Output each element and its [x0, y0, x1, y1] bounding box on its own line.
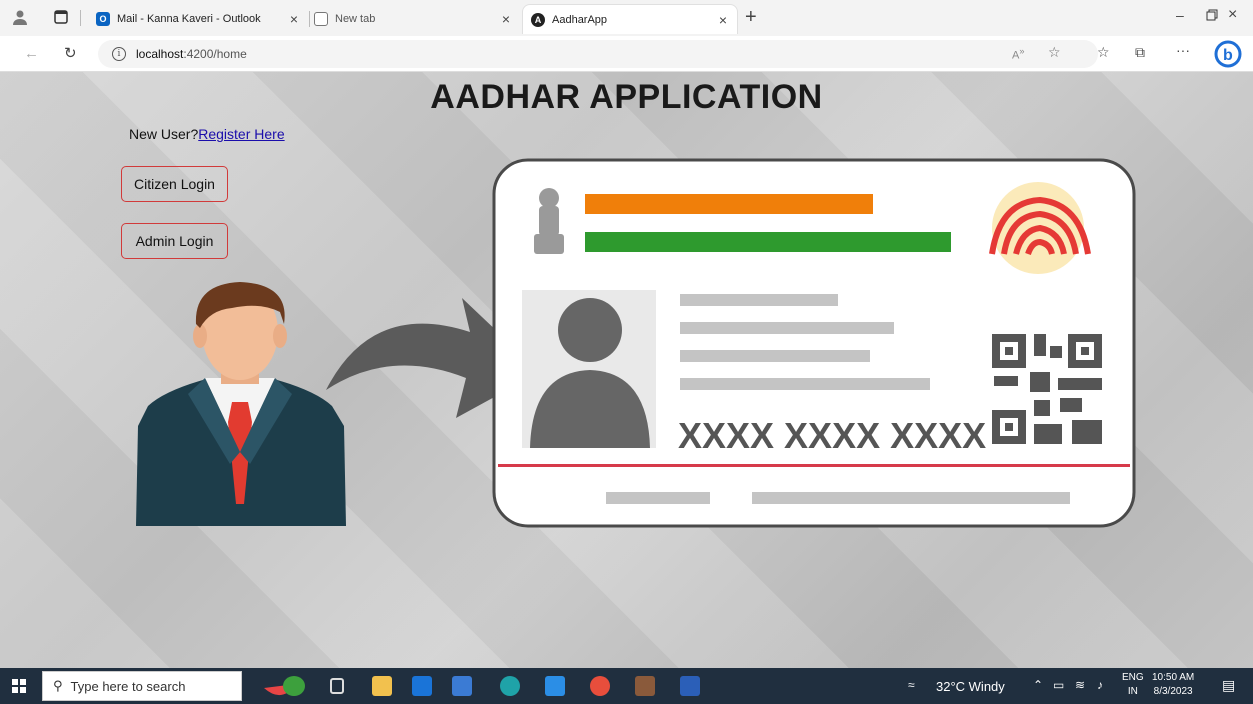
weather-icon: ≈: [908, 678, 915, 692]
collections-icon[interactable]: ⧉: [1135, 44, 1145, 61]
network-icon[interactable]: ≋: [1075, 678, 1085, 692]
window-close-icon[interactable]: ×: [1228, 6, 1237, 24]
browser-tabstrip: O Mail - Kanna Kaveri - Outlook × New ta…: [0, 0, 1253, 36]
new-user-prompt: New User?Register Here: [129, 126, 285, 142]
more-icon[interactable]: ···: [1176, 42, 1190, 58]
card-number: XXXX XXXX XXXX: [678, 415, 986, 456]
tab-aadharapp[interactable]: A AadharApp ×: [522, 4, 738, 34]
new-tab-plus-icon[interactable]: +: [745, 6, 757, 29]
language-indicator[interactable]: ENG IN: [1122, 671, 1144, 699]
citizen-login-button[interactable]: Citizen Login: [121, 166, 228, 202]
clock-time: 10:50 AM: [1152, 672, 1195, 683]
favorite-star-icon[interactable]: ☆: [1048, 44, 1061, 61]
close-icon[interactable]: ×: [719, 12, 727, 28]
search-placeholder: Type here to search: [70, 678, 186, 694]
tab-label: AadharApp: [552, 13, 608, 26]
notifications-icon[interactable]: ▤: [1222, 677, 1235, 694]
tab-label: New tab: [335, 13, 376, 25]
windows-taskbar: ⚲ Type here to search ≈ 32°C Windy ⌃ ▭ ≋…: [0, 668, 1253, 704]
tab-divider: [80, 10, 81, 26]
bing-icon[interactable]: b: [1214, 40, 1242, 71]
task-view-icon[interactable]: [330, 678, 344, 694]
mail-icon[interactable]: [412, 676, 432, 696]
minimize-icon[interactable]: –: [1176, 7, 1184, 23]
word-icon[interactable]: [680, 676, 700, 696]
close-icon[interactable]: ×: [290, 11, 298, 27]
back-icon[interactable]: ←: [24, 45, 39, 62]
tab-outlook[interactable]: O Mail - Kanna Kaveri - Outlook ×: [88, 4, 310, 34]
favorites-list-icon[interactable]: ☆: [1097, 44, 1110, 61]
person-illustration: [136, 282, 346, 526]
tab-label: Mail - Kanna Kaveri - Outlook: [117, 13, 261, 25]
clock[interactable]: 10:50 AM 8/3/2023: [1152, 671, 1194, 699]
close-icon[interactable]: ×: [502, 11, 510, 27]
clock-date: 8/3/2023: [1153, 686, 1193, 697]
refresh-icon[interactable]: ↻: [64, 44, 77, 62]
app-icon[interactable]: [635, 676, 655, 696]
volume-icon[interactable]: ♪: [1097, 678, 1103, 692]
page-content: XXXX XXXX XXXX AADHAR APPLICATION New Us…: [0, 72, 1253, 668]
new-user-text: New User?: [129, 126, 199, 142]
search-icon: ⚲: [53, 678, 63, 693]
watermelon-icon: [262, 674, 306, 698]
svg-text:b: b: [1223, 47, 1233, 64]
url-host: localhost: [136, 47, 184, 61]
vscode-icon[interactable]: [545, 676, 565, 696]
store-icon[interactable]: [452, 676, 472, 696]
newtab-icon: [314, 12, 328, 26]
restore-icon[interactable]: [1206, 8, 1218, 24]
site-info-icon[interactable]: i: [112, 47, 126, 61]
lang-top: ENG: [1122, 672, 1144, 683]
read-aloud-icon[interactable]: A»: [1012, 46, 1024, 62]
url-text: localhost:4200/home: [136, 47, 247, 61]
windows-start-icon[interactable]: [12, 679, 26, 698]
angular-icon: A: [531, 12, 545, 27]
tray-chevron-icon[interactable]: ⌃: [1033, 678, 1043, 692]
weather-text[interactable]: 32°C Windy: [936, 679, 1005, 694]
page-title: AADHAR APPLICATION: [430, 78, 823, 116]
battery-icon: ▭: [1053, 678, 1065, 692]
address-bar: ← ↻ i localhost:4200/home A» ☆ ☆ ⧉ ··· b: [0, 36, 1253, 72]
chrome-icon[interactable]: [590, 676, 610, 696]
tab-newtab[interactable]: New tab ×: [306, 4, 520, 34]
register-link[interactable]: Register Here: [198, 126, 284, 142]
tab-actions-icon[interactable]: [54, 10, 68, 27]
profile-icon[interactable]: [12, 9, 28, 28]
taskbar-search-input[interactable]: ⚲ Type here to search: [42, 671, 242, 701]
outlook-icon: O: [96, 12, 110, 26]
url-path: :4200/home: [183, 47, 247, 61]
edge-icon[interactable]: [500, 676, 520, 696]
lang-bottom: IN: [1127, 686, 1138, 697]
url-field[interactable]: i localhost:4200/home: [98, 40, 1098, 68]
file-explorer-icon[interactable]: [372, 676, 392, 696]
aadhar-illustration: XXXX XXXX XXXX: [136, 158, 1136, 528]
aadhar-card-graphic: XXXX XXXX XXXX: [492, 158, 1136, 528]
admin-login-button[interactable]: Admin Login: [121, 223, 228, 259]
